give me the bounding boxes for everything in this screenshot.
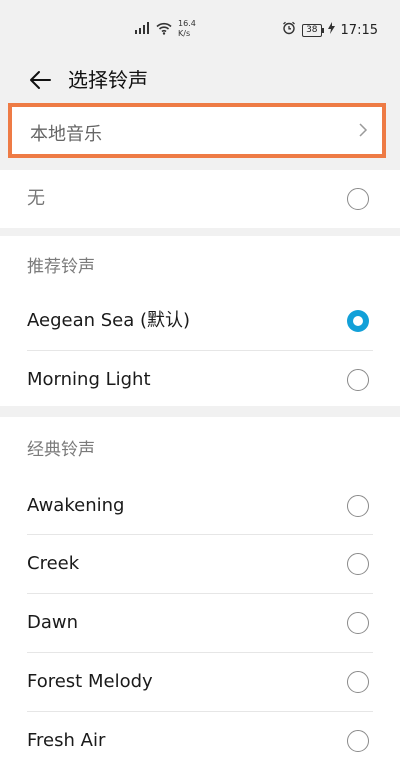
system-status: 38 17:15 <box>282 20 378 40</box>
ringtone-label: Awakening <box>27 495 125 516</box>
section-title-classic: 经典铃声 <box>27 440 95 460</box>
battery-icon: 38 <box>302 23 325 37</box>
radio-button[interactable] <box>347 671 369 693</box>
ringtone-item[interactable]: Dawn <box>0 594 400 652</box>
none-card: 无 <box>0 170 400 228</box>
arrow-left-icon <box>30 71 51 89</box>
radio-button[interactable] <box>347 188 369 210</box>
signal-icon <box>134 20 152 39</box>
ringtone-label: Dawn <box>27 612 79 633</box>
chevron-right-icon <box>358 122 368 142</box>
speed-unit: K/s <box>178 29 191 38</box>
ringtone-item[interactable]: Morning Light <box>0 351 400 409</box>
wifi-icon <box>156 20 172 39</box>
local-music-label: 本地音乐 <box>30 124 102 145</box>
radio-button-selected[interactable] <box>347 310 369 332</box>
radio-button[interactable] <box>347 612 369 634</box>
radio-button[interactable] <box>347 553 369 575</box>
radio-button[interactable] <box>347 495 369 517</box>
radio-button[interactable] <box>347 369 369 391</box>
charging-icon <box>327 22 335 38</box>
ringtone-item[interactable]: Awakening <box>0 477 400 535</box>
ringtone-item[interactable]: Creek <box>0 535 400 593</box>
ringtone-label: Morning Light <box>27 369 151 390</box>
ringtone-none-item[interactable]: 无 <box>0 170 400 228</box>
recommended-section: 推荐铃声 Aegean Sea (默认) Morning Light <box>0 236 400 406</box>
clock-time: 17:15 <box>340 22 378 38</box>
ringtone-item[interactable]: Forest Melody <box>0 653 400 711</box>
back-button[interactable] <box>26 66 54 94</box>
ringtone-item[interactable]: Aegean Sea (默认) <box>0 292 400 350</box>
ringtone-label: Aegean Sea (默认) <box>27 310 191 331</box>
classic-section: 经典铃声 Awakening Creek Dawn Forest Melody … <box>0 417 400 768</box>
ringtone-label: Creek <box>27 553 80 574</box>
status-bar: 16.4 K/s 38 17:15 <box>0 0 400 58</box>
speed-value: 16.4 <box>178 19 196 28</box>
ringtone-item[interactable]: Fresh Air <box>0 712 400 768</box>
network-speed: 16.4 K/s <box>178 19 196 39</box>
ringtone-label: Fresh Air <box>27 730 106 751</box>
local-music-item[interactable]: 本地音乐 <box>8 103 386 158</box>
network-status: 16.4 K/s <box>134 18 196 40</box>
ringtone-none-label: 无 <box>27 188 45 209</box>
section-title-recommended: 推荐铃声 <box>27 257 95 277</box>
radio-button[interactable] <box>347 730 369 752</box>
page-title: 选择铃声 <box>68 68 148 92</box>
ringtone-label: Forest Melody <box>27 671 153 692</box>
app-header: 选择铃声 <box>0 58 400 102</box>
alarm-icon <box>282 21 296 39</box>
